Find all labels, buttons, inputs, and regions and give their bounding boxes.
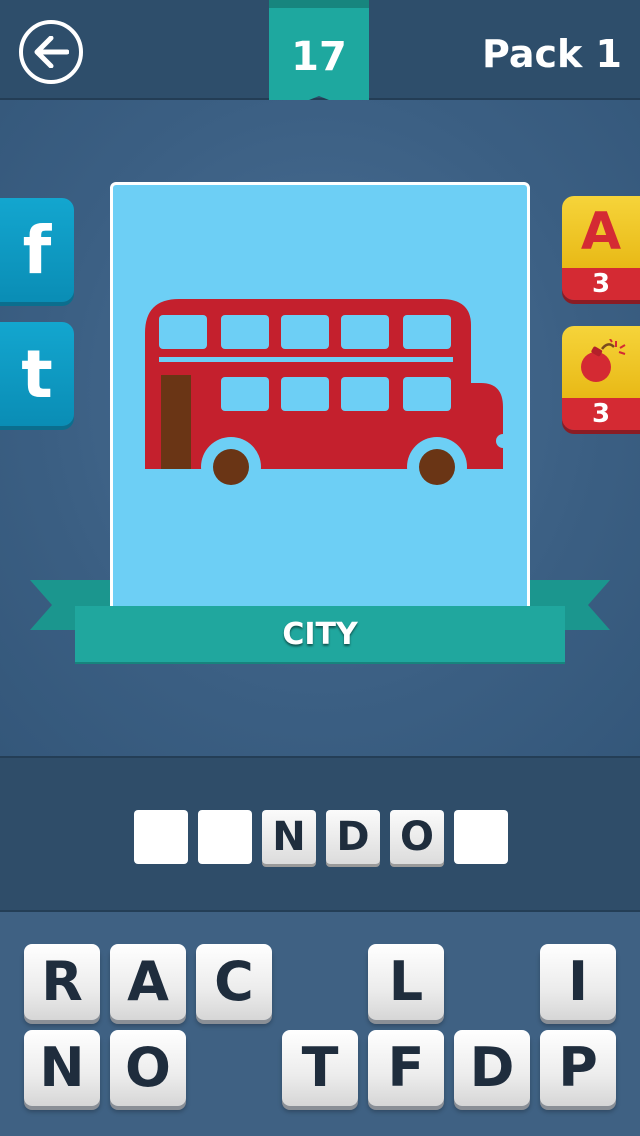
bomb-icon: [581, 339, 626, 382]
letter-key[interactable]: R: [24, 944, 100, 1020]
back-button[interactable]: [19, 20, 83, 84]
puzzle-area: f t A 3 3 CITY: [0, 100, 640, 756]
letter-key[interactable]: F: [368, 1030, 444, 1106]
category-label: CITY: [282, 616, 358, 652]
answer-slot[interactable]: [454, 810, 508, 864]
letter-key[interactable]: A: [110, 944, 186, 1020]
reveal-letter-hint-button[interactable]: A 3: [562, 196, 640, 300]
bomb-count: 3: [562, 398, 640, 430]
letter-key[interactable]: L: [368, 944, 444, 1020]
answer-slot[interactable]: O: [390, 810, 444, 864]
level-number: 17: [291, 34, 347, 80]
answer-slot[interactable]: N: [262, 810, 316, 864]
puzzle-image-card: [110, 182, 530, 612]
letter-key[interactable]: T: [282, 1030, 358, 1106]
pack-label: Pack 1: [482, 32, 622, 76]
answer-slot[interactable]: [198, 810, 252, 864]
letter-key[interactable]: C: [196, 944, 272, 1020]
facebook-label: f: [22, 211, 52, 289]
twitter-label: t: [21, 335, 53, 413]
facebook-button[interactable]: f: [0, 198, 74, 302]
letter-key[interactable]: D: [454, 1030, 530, 1106]
category-banner: CITY: [75, 606, 565, 662]
answer-slot[interactable]: [134, 810, 188, 864]
reveal-letter-count: 3: [562, 268, 640, 300]
letter-key[interactable]: I: [540, 944, 616, 1020]
letter-key[interactable]: O: [110, 1030, 186, 1106]
letter-key[interactable]: P: [540, 1030, 616, 1106]
answer-area: N D O: [0, 756, 640, 912]
double-decker-bus-icon: [141, 299, 507, 485]
twitter-button[interactable]: t: [0, 322, 74, 426]
answer-slot[interactable]: D: [326, 810, 380, 864]
letter-key[interactable]: N: [24, 1030, 100, 1106]
bomb-hint-button[interactable]: 3: [562, 326, 640, 430]
reveal-letter-label: A: [580, 202, 622, 262]
arrow-left-circle-icon: [34, 36, 69, 68]
letter-keyboard: R A C L I N O T F D P: [0, 912, 640, 1136]
